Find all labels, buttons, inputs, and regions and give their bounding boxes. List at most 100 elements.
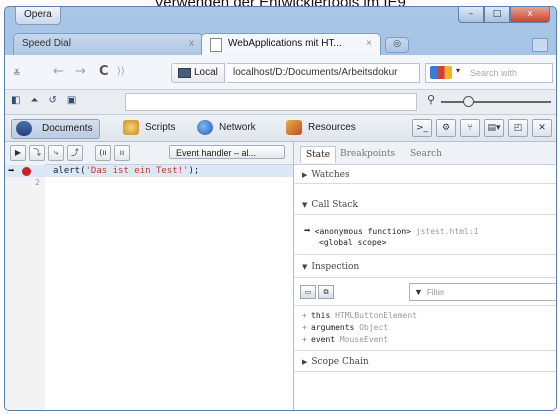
current-line-arrow-icon: ➡: [8, 164, 15, 177]
tab-label: Speed Dial: [22, 38, 71, 49]
upload-icon[interactable]: ⏶: [30, 95, 38, 106]
tab-bar: Speed Dial x WebApplications mit HT... ×…: [5, 33, 556, 55]
reload-icon[interactable]: C: [99, 64, 109, 79]
view-list-button[interactable]: ▭: [300, 285, 316, 299]
step-into-button[interactable]: ⤷: [48, 145, 64, 161]
search-icon[interactable]: ⚲: [427, 93, 435, 106]
code-text: alert('Das ist ein Test!');: [53, 166, 200, 176]
refresh-icon[interactable]: ↺: [48, 95, 56, 106]
profile-icon[interactable]: ⑂: [460, 119, 480, 137]
divider: [294, 350, 556, 351]
line-gutter: [5, 164, 45, 410]
tab-webapplications[interactable]: WebApplications mit HT... ×: [201, 33, 381, 55]
expand-triangle-icon: ▶: [302, 171, 308, 179]
inspection-section-header[interactable]: ▼ Inspection: [294, 258, 556, 276]
tab-menu-icon[interactable]: [532, 38, 548, 52]
back-icon[interactable]: ←: [53, 64, 64, 79]
divider: [294, 305, 556, 306]
scope-chain-section-header[interactable]: ▶ Scope Chain: [294, 353, 556, 371]
panel-toggle-icon[interactable]: ≚: [13, 69, 21, 79]
tab-close-icon[interactable]: ×: [366, 34, 372, 54]
watches-section-header[interactable]: ▶ Watches: [294, 166, 556, 184]
event-handler-select[interactable]: Event handler – al...: [169, 145, 285, 159]
close-window-button[interactable]: x: [510, 7, 550, 23]
window-controls: – □ x: [458, 7, 550, 23]
expand-plus-icon[interactable]: +: [302, 311, 308, 321]
url-field[interactable]: localhost/D:/Documents/Arbeitsdokur: [227, 63, 420, 83]
zoom-slider[interactable]: [441, 96, 551, 107]
dock-icon[interactable]: ◧: [11, 95, 20, 106]
collapse-triangle-icon: ▼: [302, 201, 308, 209]
maximize-button[interactable]: □: [484, 7, 510, 23]
documents-icon: [16, 121, 32, 136]
tab-network[interactable]: Network: [197, 119, 256, 137]
panel-tools: >_ ⚙ ⑂ ▤▾ ◰ ✕: [412, 119, 552, 137]
search-field[interactable]: ▾ Search with: [425, 63, 553, 83]
devtools-search-input[interactable]: [125, 93, 417, 111]
new-tab-button[interactable]: ◎: [385, 37, 409, 53]
console-icon[interactable]: >_: [412, 119, 432, 137]
step-over-button[interactable]: ⤵: [29, 145, 45, 161]
chevron-down-icon: ▾: [456, 66, 461, 75]
expand-plus-icon[interactable]: +: [302, 335, 308, 345]
devtools-top-bar: ◧ ⏶ ↺ ▣ ⚲: [5, 90, 556, 115]
continue-button[interactable]: ▶: [10, 145, 26, 161]
divider: [294, 371, 556, 372]
tab-label: WebApplications mit HT...: [228, 38, 342, 49]
code-line-1[interactable]: ➡ alert('Das ist ein Test!');: [5, 165, 293, 177]
call-stack-frame[interactable]: <global scope>: [319, 238, 386, 247]
search-engine-icon[interactable]: [430, 66, 452, 79]
tab-scripts[interactable]: Scripts: [123, 119, 176, 137]
inspection-toolbar: ▭ ⧉ ▼ Filter: [300, 283, 556, 301]
tab-speed-dial[interactable]: Speed Dial x: [13, 33, 203, 55]
network-icon: [197, 120, 213, 135]
slider-knob[interactable]: [463, 96, 474, 107]
inspector-pane: State Breakpoints Search ▶ Watches ▼ Call …: [294, 142, 556, 410]
script-toolbar: ▶ ⤵ ⤷ ⤴ (ıı ıı Event handler – al...: [5, 142, 293, 165]
tab-close-icon[interactable]: x: [189, 34, 194, 54]
site-security-badge[interactable]: Local: [171, 63, 225, 83]
step-out-button[interactable]: ⤴: [67, 145, 83, 161]
tab-state[interactable]: State: [300, 146, 337, 163]
filter-icon: ▼: [414, 287, 423, 297]
expand-triangle-icon: ▶: [302, 358, 308, 366]
divider: [294, 254, 556, 255]
inspect-icon[interactable]: ▣: [67, 95, 76, 106]
current-frame-arrow-icon: ➡: [304, 224, 311, 237]
tab-resources[interactable]: Resources: [286, 119, 356, 137]
tab-breakpoints[interactable]: Breakpoints: [340, 146, 395, 162]
divider: [294, 277, 556, 278]
call-stack-frame[interactable]: ➡ <anonymous function> jstest.html:1: [304, 224, 478, 237]
devtools-top-icons: ◧ ⏶ ↺ ▣: [11, 95, 76, 106]
divider: [294, 214, 556, 215]
forward-icon[interactable]: →: [75, 64, 86, 79]
view-grouped-button[interactable]: ⧉: [318, 285, 334, 299]
tab-documents[interactable]: Documents: [11, 119, 100, 139]
code-line-2[interactable]: 2: [5, 177, 293, 189]
property-row[interactable]: + this HTMLButtonElement: [302, 311, 417, 321]
close-devtools-icon[interactable]: ✕: [532, 119, 552, 137]
layout-menu-icon[interactable]: ▤▾: [484, 119, 504, 137]
resources-icon: [286, 120, 302, 135]
expand-plus-icon[interactable]: +: [302, 323, 308, 333]
break-on-exception-button[interactable]: (ıı: [95, 145, 111, 161]
tab-search[interactable]: Search: [410, 146, 442, 162]
pause-button[interactable]: ıı: [114, 145, 130, 161]
property-row[interactable]: + event MouseEvent: [302, 335, 388, 345]
filter-input[interactable]: ▼ Filter: [409, 283, 556, 301]
devtools-panel-tabs: Documents Scripts Network Resources >_ ⚙…: [5, 115, 556, 142]
opera-menu-button[interactable]: Opera: [15, 7, 61, 25]
undock-icon[interactable]: ◰: [508, 119, 528, 137]
browser-window: Opera – □ x Speed Dial x WebApplications…: [4, 6, 557, 411]
line-number: 2: [35, 178, 40, 187]
minimize-button[interactable]: –: [458, 7, 484, 23]
breakpoint-icon[interactable]: [22, 167, 31, 176]
home-icon[interactable]: ⟩⟩: [117, 66, 125, 77]
scripts-icon: [123, 120, 139, 135]
monitor-icon: [178, 68, 191, 78]
call-stack-section-header[interactable]: ▼ Call Stack: [294, 196, 556, 214]
settings-icon[interactable]: ⚙: [436, 119, 456, 137]
property-row[interactable]: + arguments Object: [302, 323, 388, 333]
page-icon: [210, 38, 222, 52]
inspector-tabs: State Breakpoints Search: [294, 142, 556, 165]
